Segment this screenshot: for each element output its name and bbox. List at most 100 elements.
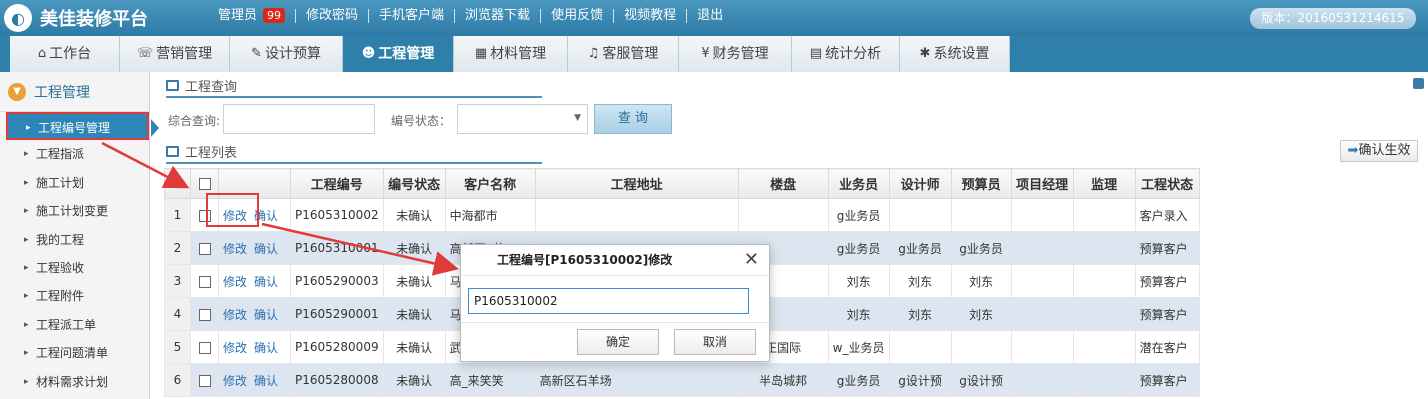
table-row[interactable]: 6 修改 确认 P1605280008 未确认 高_来笑笑 高新区石羊场 半岛城邦 g业务员 g设…: [164, 363, 1200, 397]
panel-collapse-icon[interactable]: [1413, 78, 1424, 89]
col-header[interactable]: 编号状态: [382, 168, 446, 199]
cell-status: 未确认: [382, 264, 446, 298]
tab-design-budget[interactable]: ✎ 设计预算: [230, 36, 343, 72]
cell-budget: [950, 330, 1012, 364]
edit-icon: ✎: [251, 46, 262, 61]
sidebar-item-dispatch[interactable]: 工程派工单: [0, 311, 149, 340]
tab-marketing[interactable]: ☏ 营销管理: [120, 36, 230, 72]
row-actions: 修改 确认: [218, 231, 291, 265]
sidebar-item-plan[interactable]: 施工计划: [0, 169, 149, 198]
logout-link[interactable]: 退出: [686, 9, 733, 23]
confirm-link[interactable]: 确认: [254, 341, 278, 355]
confirm-link[interactable]: 确认: [254, 308, 278, 322]
cell-designer: 刘东: [888, 264, 952, 298]
col-header[interactable]: 工程编号: [290, 168, 384, 199]
sidebar-item-plan-change[interactable]: 施工计划变更: [0, 197, 149, 226]
row-checkbox[interactable]: [198, 242, 211, 255]
admin-link[interactable]: 管理员 99: [210, 8, 295, 23]
row-checkbox[interactable]: [198, 275, 211, 288]
confirm-effective-button[interactable]: ➡确认生效: [1340, 140, 1418, 162]
feedback-link[interactable]: 使用反馈: [540, 9, 613, 23]
cell-designer: g设计预: [888, 363, 952, 397]
keyword-input[interactable]: [223, 104, 375, 134]
tab-statistics[interactable]: ▤ 统计分析: [792, 36, 900, 72]
browser-download-link[interactable]: 浏览器下载: [454, 9, 540, 23]
col-header[interactable]: 项目经理: [1010, 168, 1074, 199]
arrow-right-icon: ➡: [1347, 143, 1359, 158]
cell-state: 预算客户: [1134, 363, 1200, 397]
cell-status: 未确认: [382, 363, 446, 397]
cell-budget: 刘东: [950, 264, 1012, 298]
ok-button[interactable]: 确定: [577, 329, 659, 355]
sidebar-item-label: 施工计划变更: [36, 204, 109, 219]
sidebar-header[interactable]: ▼ 工程管理: [0, 72, 149, 112]
col-header[interactable]: 业务员: [827, 168, 890, 199]
confirm-link[interactable]: 确认: [254, 242, 278, 256]
col-header[interactable]: 楼盘: [737, 168, 829, 199]
row-checkbox[interactable]: [198, 341, 211, 354]
cell-estate: 半岛城邦: [737, 363, 829, 397]
edit-link[interactable]: 修改: [223, 242, 247, 256]
tab-customer-service[interactable]: ♫ 客服管理: [568, 36, 679, 72]
edit-link[interactable]: 修改: [223, 341, 247, 355]
cell-id: P1605290003: [290, 264, 384, 298]
cell-customer: 高_来笑笑: [444, 363, 536, 397]
row-checkbox[interactable]: [198, 374, 211, 387]
sidebar-item-material-plan[interactable]: 材料需求计划: [0, 368, 149, 396]
sidebar-item-assign[interactable]: 工程指派: [0, 140, 149, 169]
tab-project-management[interactable]: ☻ 工程管理: [343, 36, 454, 72]
row-checkbox[interactable]: [198, 308, 211, 321]
confirm-link[interactable]: 确认: [254, 374, 278, 388]
message-badge[interactable]: 99: [263, 8, 286, 23]
edit-link[interactable]: 修改: [223, 275, 247, 289]
cell-supervisor: [1072, 264, 1136, 298]
sidebar-item-my-projects[interactable]: 我的工程: [0, 226, 149, 254]
app-logo: ◐ 美佳装修平台: [4, 4, 148, 32]
home-icon: ⌂: [37, 46, 47, 61]
tab-finance[interactable]: ¥ 财务管理: [679, 36, 792, 72]
sidebar-item-acceptance[interactable]: 工程验收: [0, 254, 149, 283]
chat-icon: ☏: [136, 46, 154, 61]
col-header[interactable]: 预算员: [950, 168, 1012, 199]
edit-link[interactable]: 修改: [223, 374, 247, 388]
tab-label: 工作台: [49, 46, 92, 62]
edit-link[interactable]: 修改: [223, 308, 247, 322]
close-icon[interactable]: ✕: [744, 245, 759, 275]
tab-settings[interactable]: ✱ 系统设置: [900, 36, 1010, 72]
main-content: 工程查询 综合查询: 编号状态： ▼ 查 询 工程列表 ➡确认生效 工程编号 编…: [160, 72, 1428, 399]
cell-state: 预算客户: [1134, 297, 1200, 331]
change-password-link[interactable]: 修改密码: [295, 9, 368, 23]
cell-budget: g业务员: [950, 231, 1012, 265]
row-actions: 修改 确认: [218, 330, 291, 364]
cell-pm: [1010, 231, 1074, 265]
sidebar-item-project-number[interactable]: 工程编号管理: [6, 112, 159, 142]
cell-pm: [1010, 330, 1074, 364]
table-row[interactable]: 1 修改 确认 P1605310002 未确认 中海都市 g业务员 客户录入: [164, 198, 1200, 232]
cell-address: [534, 198, 739, 232]
search-button[interactable]: 查 询: [594, 104, 672, 134]
tab-material[interactable]: ▦ 材料管理: [454, 36, 568, 72]
tab-label: 系统设置: [933, 46, 990, 62]
col-header[interactable]: 客户名称: [444, 168, 536, 199]
cancel-button[interactable]: 取消: [674, 329, 756, 355]
col-header[interactable]: 工程地址: [534, 168, 739, 199]
col-header[interactable]: 监理: [1072, 168, 1136, 199]
col-header[interactable]: 设计师: [888, 168, 952, 199]
select-all-checkbox[interactable]: [198, 177, 211, 190]
tab-label: 设计预算: [264, 46, 321, 62]
confirm-effective-label: 确认生效: [1358, 143, 1411, 158]
query-section-title: 工程查询: [166, 74, 542, 98]
sidebar-item-issues[interactable]: 工程问题清单: [0, 339, 149, 368]
tab-workbench[interactable]: ⌂ 工作台: [10, 36, 120, 72]
video-tutorial-link[interactable]: 视频教程: [613, 9, 686, 23]
confirm-link[interactable]: 确认: [254, 275, 278, 289]
mobile-client-link[interactable]: 手机客户端: [368, 9, 454, 23]
project-number-input[interactable]: P1605310002: [468, 288, 749, 314]
row-actions: 修改 确认: [218, 297, 291, 331]
sidebar-item-attachments[interactable]: 工程附件: [0, 282, 149, 311]
col-header[interactable]: 工程状态: [1134, 168, 1200, 199]
cell-state: 潜在客户: [1134, 330, 1200, 364]
status-select[interactable]: ▼: [457, 104, 588, 134]
row-number: 6: [164, 363, 191, 397]
cell-id: P1605310002: [290, 198, 384, 232]
